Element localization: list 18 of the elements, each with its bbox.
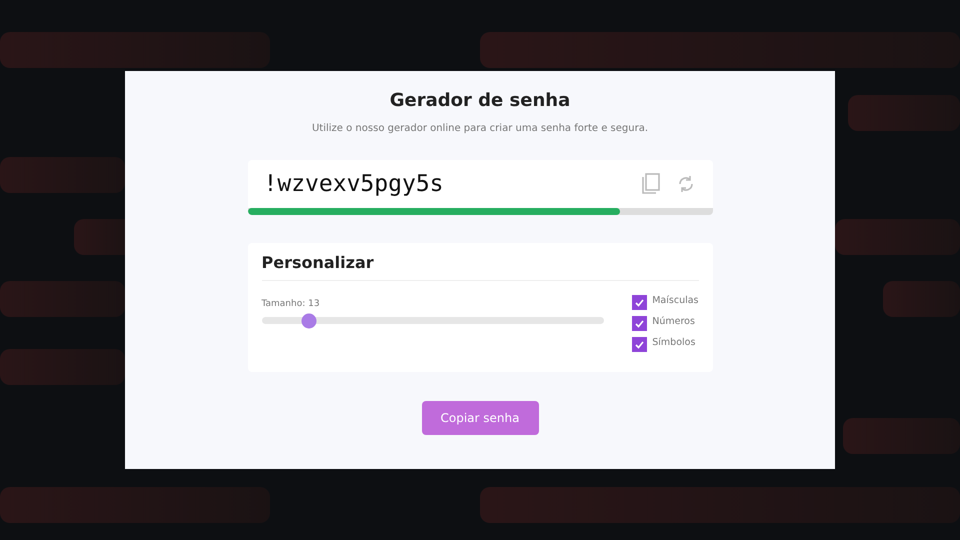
checkbox[interactable] [632, 295, 648, 310]
subtitle: Utilize o nosso gerador online para criar uma senha forte e segura. [312, 123, 648, 134]
password-text: !wzvexv5pgy5s [264, 171, 445, 197]
checkbox-label: Maísculas [652, 295, 698, 306]
checkbox[interactable] [632, 337, 648, 352]
checkbox-label: Símbolos [652, 337, 696, 348]
password-field[interactable]: !wzvexv5pgy5s [248, 160, 712, 208]
checkbox-label: Números [652, 316, 695, 327]
check-icon [635, 340, 644, 348]
page-title: Gerador de senha [390, 90, 570, 111]
refresh-icon[interactable] [676, 173, 694, 195]
card-title: Personalizar [262, 253, 698, 281]
check-icon [635, 298, 644, 306]
slider-thumb[interactable] [302, 313, 317, 328]
length-label: Tamanho: 13 [262, 299, 321, 309]
check-icon [635, 320, 644, 328]
copy-icon[interactable] [640, 173, 660, 195]
checkbox[interactable] [632, 316, 648, 331]
